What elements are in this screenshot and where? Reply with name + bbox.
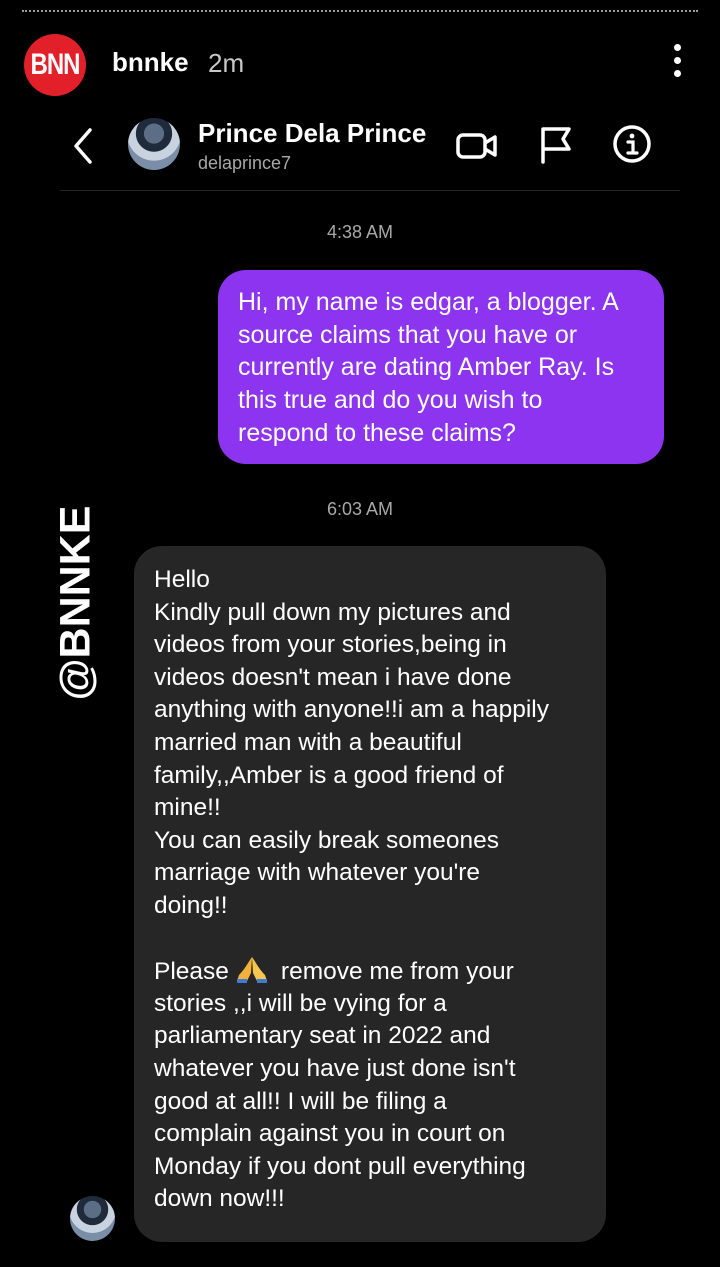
pray-icon bbox=[236, 957, 267, 984]
message-line: good at all!! I will be filing a bbox=[154, 1087, 447, 1115]
back-arrow-icon[interactable] bbox=[68, 126, 98, 166]
message-timestamp: 6:03 AM bbox=[326, 499, 394, 519]
more-options-icon[interactable] bbox=[674, 44, 682, 80]
message-line: down now!!! bbox=[154, 1185, 285, 1213]
message-line: videos from your stories,being in bbox=[154, 631, 507, 659]
message-line: Kindly pull down my pictures and bbox=[154, 598, 511, 626]
message-line: family,,Amber is a good friend of bbox=[154, 761, 504, 789]
message-line: doing!! bbox=[154, 891, 228, 919]
message-line: stories ,,i will be vying for a bbox=[154, 989, 447, 1017]
message-line: parliamentary seat in 2022 and bbox=[154, 1022, 491, 1050]
bnn-logo[interactable]: BNN bbox=[24, 34, 86, 96]
message-line: You can easily break someones bbox=[154, 826, 500, 854]
message-line: videos doesn't mean i have done bbox=[154, 663, 512, 691]
message-line: Monday if you dont pull everything bbox=[154, 1152, 526, 1180]
message-line: anything with anyone!!i am a happily bbox=[154, 696, 549, 724]
bnn-logo-text: BNN bbox=[30, 47, 81, 82]
message-line: marriage with whatever you're bbox=[154, 859, 481, 887]
contact-handle: delaprince7 bbox=[198, 153, 292, 173]
story-header: BNN bnnke 2m bbox=[24, 34, 700, 96]
story-username[interactable]: bnnke bbox=[112, 47, 189, 78]
dm-header: Prince Dela Prince delaprince7 bbox=[60, 108, 680, 191]
message-line: mine!! bbox=[154, 794, 221, 822]
message-line: this true and do you wish to bbox=[238, 386, 543, 415]
message-line: Hi, my name is edgar, a blogger. A bbox=[238, 288, 619, 316]
message-line-please: Please remove me from your bbox=[154, 955, 586, 988]
message-line bbox=[154, 923, 586, 956]
please-word: Please bbox=[154, 958, 229, 986]
message-line: respond to these claims? bbox=[238, 418, 516, 447]
story-time: 2m bbox=[208, 48, 245, 78]
video-call-icon[interactable] bbox=[456, 130, 498, 162]
message-line: complain against you in court on bbox=[154, 1120, 506, 1148]
watermark: @BNNKE bbox=[48, 500, 104, 706]
outgoing-message-bubble[interactable]: Hi, my name is edgar, a blogger. A sourc… bbox=[218, 270, 664, 464]
watermark-text: @BNNKE bbox=[51, 505, 100, 701]
message-line: Hello bbox=[154, 566, 210, 593]
incoming-message-bubble[interactable]: Hello Kindly pull down my pictures and v… bbox=[134, 546, 606, 1242]
story-progress-bar bbox=[22, 10, 698, 14]
message-line: source claims that you have or bbox=[238, 320, 578, 349]
message-line: married man with a beautiful bbox=[154, 728, 462, 756]
message-timestamp: 4:38 AM bbox=[326, 222, 394, 242]
info-icon[interactable] bbox=[612, 124, 652, 164]
message-line: currently are dating Amber Ray. Is bbox=[238, 353, 615, 382]
please-rest: remove me from your bbox=[280, 958, 514, 986]
sender-avatar[interactable] bbox=[70, 1196, 115, 1241]
contact-avatar[interactable] bbox=[128, 118, 180, 170]
message-line: whatever you have just done isn't bbox=[154, 1054, 516, 1082]
contact-name[interactable]: Prince Dela Prince bbox=[198, 118, 426, 149]
flag-icon[interactable] bbox=[538, 126, 574, 164]
